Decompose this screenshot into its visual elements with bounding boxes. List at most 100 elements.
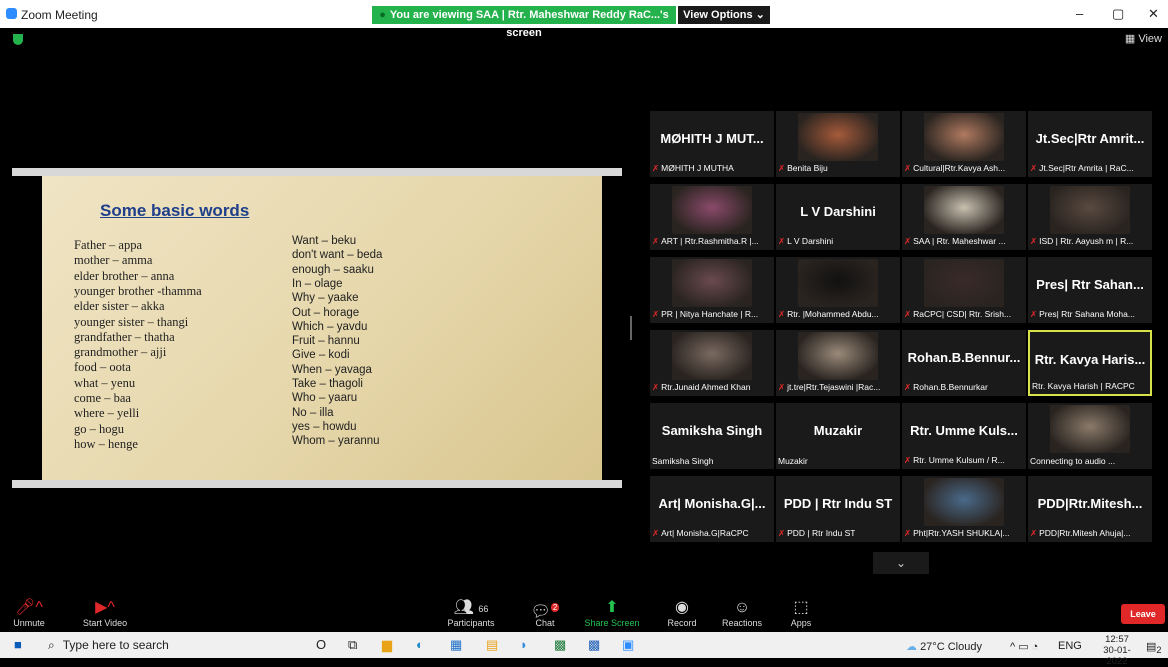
minimize-icon[interactable]: – (1076, 6, 1083, 21)
share-screen-label: Share Screen (584, 618, 640, 628)
weather-text: 27°C Cloudy (920, 641, 982, 653)
clock[interactable]: 12:57 30-01-2022 (1094, 634, 1140, 667)
chat-button[interactable]: 💬︎ 2 Chat (528, 598, 562, 628)
excel-icon[interactable]: ▩ (554, 637, 566, 653)
participants-button[interactable]: 👥︎ 66 Participants (436, 598, 506, 628)
mic-muted-icon: ✗ (904, 528, 912, 538)
notification-count: 2 (1156, 645, 1162, 656)
participant-tile[interactable]: PDD|Rtr.Mitesh... ✗ PDD|Rtr.Mitesh Ahuja|.… (1028, 476, 1152, 542)
participant-name: Samiksha Singh (652, 456, 714, 466)
language-indicator[interactable]: ENG (1058, 640, 1082, 652)
mic-muted-icon: ✗ (1030, 163, 1038, 173)
chat-icon: 💬︎ 2 (530, 603, 560, 621)
participant-name: Rtr.Junaid Ahmed Khan (661, 382, 751, 392)
reactions-button[interactable]: ☺ Reactions (719, 598, 765, 628)
view-button[interactable]: ▦ View (1125, 32, 1162, 45)
participant-tile[interactable]: Muzakir Muzakir (776, 403, 900, 469)
leave-button[interactable]: Leave (1121, 604, 1165, 624)
participant-label: Connecting to audio ... (1030, 456, 1115, 466)
record-button[interactable]: ◉ Record (664, 598, 700, 628)
share-screen-button[interactable]: ⬆ Share Screen (583, 598, 641, 628)
word-right: Take – thagoli (292, 378, 363, 390)
participant-display-name: Muzakir (813, 423, 863, 438)
participant-display-name: PDD | Rtr Indu ST (783, 496, 893, 511)
participant-video (798, 113, 878, 161)
apps-label: Apps (790, 618, 812, 628)
word-left: elder sister – akka (74, 299, 165, 314)
tray-icons[interactable]: ^ ▭ ◔ (1010, 640, 1038, 653)
close-icon[interactable]: ✕ (1148, 6, 1159, 22)
word-left: go – hogu (74, 421, 124, 436)
participant-video (672, 259, 752, 307)
participant-video (1050, 186, 1130, 234)
task-view-icon[interactable]: ⧉ (348, 637, 357, 653)
word-right: Which – yavdu (292, 320, 368, 333)
word-right: yes – howdu (292, 420, 357, 433)
apps-button[interactable]: ⬚ Apps (786, 598, 816, 628)
store-icon[interactable]: ▦ (450, 637, 462, 653)
participant-tile[interactable]: ✗ SAA | Rtr. Maheshwar ... (902, 184, 1026, 250)
participant-tile[interactable]: ✗ ISD | Rtr. Aayush m | R... (1028, 184, 1152, 250)
participants-icon: 👥︎ 66 (453, 599, 489, 616)
participant-label: ✗ ART | Rtr.Rashmitha.R |... (652, 236, 759, 247)
notification-icon[interactable]: ▤2 (1146, 640, 1162, 655)
search-placeholder: Type here to search (62, 638, 169, 652)
zoom-taskbar-icon[interactable]: ▣ (622, 637, 634, 653)
word-right: Who – yaaru (292, 392, 358, 405)
participant-name: Rtr. Umme Kulsum / R... (913, 455, 1005, 465)
slide-heading: Some basic words (100, 201, 250, 220)
word-left: what – yenu (74, 375, 136, 390)
participant-video (798, 332, 878, 380)
file-explorer-icon[interactable]: ▆ (382, 637, 392, 653)
participant-tile[interactable]: Rtr. Umme Kuls... ✗ Rtr. Umme Kulsum / R..… (902, 403, 1026, 469)
participant-name: jt.tre|Rtr.Tejaswini |Rac... (787, 382, 881, 392)
participant-tile[interactable]: ✗ Cultural|Rtr.Kavya Ash... (902, 111, 1026, 177)
edge-icon[interactable]: ◐ (416, 637, 424, 652)
view-options-button[interactable]: View Options ⌄ (678, 6, 770, 24)
participant-tile[interactable]: ✗ ART | Rtr.Rashmitha.R |... (650, 184, 774, 250)
start-video-button[interactable]: ▶︎^ Start Video (70, 598, 140, 628)
mic-muted-icon: ✗ (1030, 236, 1038, 246)
sticky-app-icon[interactable]: ▤ (486, 637, 498, 653)
participant-tile[interactable]: Rtr. Kavya Haris... Rtr. Kavya Harish | R… (1028, 330, 1152, 396)
gallery-scroll-down-button[interactable]: ⌄ (873, 552, 929, 574)
participant-label: ✗ Rohan.B.Bennurkar (904, 382, 988, 393)
participants-count: 66 (478, 604, 489, 614)
cortana-icon[interactable]: O (316, 637, 326, 652)
participant-tile[interactable]: ✗ jt.tre|Rtr.Tejaswini |Rac... (776, 330, 900, 396)
mic-muted-icon: ✗ (652, 163, 660, 173)
taskbar-search[interactable]: ⌕ Type here to search (40, 632, 292, 658)
participant-tile[interactable]: Rohan.B.Bennur... ✗ Rohan.B.Bennurkar (902, 330, 1026, 396)
word-right: Want – beku (292, 235, 357, 247)
participant-tile[interactable]: ✗ PR | Nitya Hanchate | R... (650, 257, 774, 323)
word-icon[interactable]: ▩ (588, 637, 600, 653)
app-icon[interactable]: ◗ (520, 637, 528, 652)
participant-name: PR | Nitya Hanchate | R... (661, 309, 759, 319)
windows-start-icon[interactable]: ■ (14, 637, 22, 652)
participant-tile[interactable]: PDD | Rtr Indu ST ✗ PDD | Rtr Indu ST (776, 476, 900, 542)
mic-muted-icon: ✗ (652, 528, 660, 538)
participant-tile[interactable]: Connecting to audio ... (1028, 403, 1152, 469)
participant-tile[interactable]: ✗ Pht|Rtr.YASH SHUKLA|... (902, 476, 1026, 542)
participant-tile[interactable]: ✗ Rtr. |Mohammed Abdu... (776, 257, 900, 323)
participant-tile[interactable]: L V Darshini ✗ L V Darshini (776, 184, 900, 250)
participant-tile[interactable]: Samiksha Singh Samiksha Singh (650, 403, 774, 469)
mic-muted-icon: ✗ (1030, 309, 1038, 319)
participant-tile[interactable]: ✗ RaCPC| CSD| Rtr. Srish... (902, 257, 1026, 323)
unmute-button[interactable]: 🎤︎^ Unmute (6, 598, 52, 628)
participant-tile[interactable]: Pres| Rtr Sahan... ✗ Pres| Rtr Sahana Moha… (1028, 257, 1152, 323)
panel-resize-handle[interactable] (630, 316, 632, 340)
security-shield-icon[interactable] (13, 34, 23, 45)
mic-muted-icon: ✗ (652, 236, 660, 246)
word-right: In – olage (292, 277, 343, 290)
participant-tile[interactable]: MØHITH J MUT... ✗ MØHITH J MUTHA (650, 111, 774, 177)
participant-label: ✗ RaCPC| CSD| Rtr. Srish... (904, 309, 1011, 320)
participant-name: ISD | Rtr. Aayush m | R... (1039, 236, 1134, 246)
participant-tile[interactable]: Art| Monisha.G|... ✗ Art| Monisha.G|RaCPC (650, 476, 774, 542)
participant-name: Benita Biju (787, 163, 828, 173)
participant-tile[interactable]: ✗ Rtr.Junaid Ahmed Khan (650, 330, 774, 396)
weather[interactable]: ☁ 27°C Cloudy (906, 640, 982, 653)
maximize-icon[interactable]: ▢ (1112, 6, 1124, 22)
participant-tile[interactable]: ✗ Benita Biju (776, 111, 900, 177)
participant-tile[interactable]: Jt.Sec|Rtr Amrit... ✗ Jt.Sec|Rtr Amrita | … (1028, 111, 1152, 177)
